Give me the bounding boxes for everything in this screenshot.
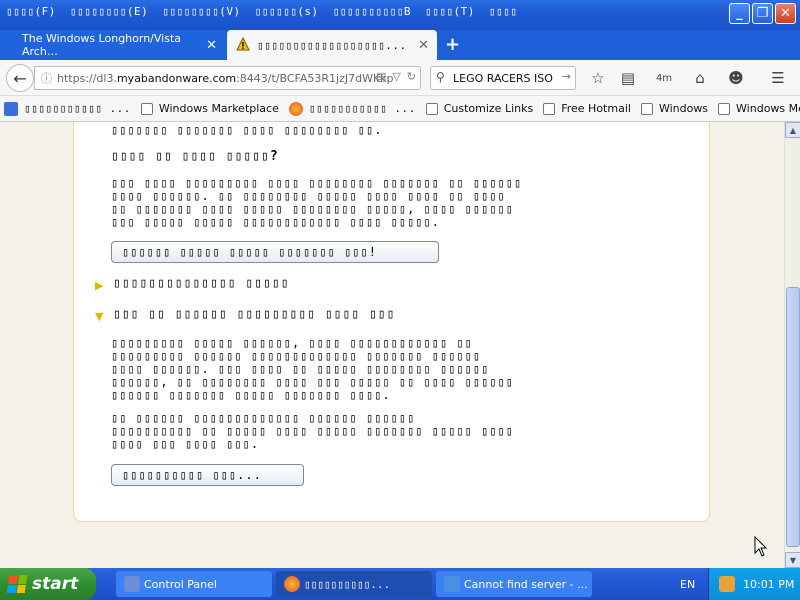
bookmark-star-icon[interactable]: ☆ [588, 68, 608, 88]
start-button[interactable]: start [0, 568, 96, 600]
menu-file[interactable]: ▯▯▯▯(F) [0, 5, 64, 18]
url-rest: :8443/t/BCFA53R1jzJ7dWKkp [236, 71, 394, 85]
expanded-arrow-icon[interactable]: ▼ [95, 310, 103, 323]
window-controls: _ ❐ ✕ [729, 3, 796, 24]
task-firefox[interactable]: ▯▯▯▯▯▯▯▯▯▯... [276, 571, 432, 597]
search-icon: ⚲ [436, 70, 445, 84]
tab-longhorn[interactable]: The Windows Longhorn/Vista Arch… ✕ [0, 30, 225, 60]
paragraph-top: ▯▯▯▯▯▯▯ ▯▯▯▯▯▯▯ ▯▯▯▯ ▯▯▯▯▯▯▯▯ ▯▯. [111, 123, 383, 137]
site-info-icon[interactable]: ⓘ [41, 70, 52, 86]
restore-button[interactable]: ❐ [752, 3, 773, 24]
scroll-down-icon[interactable]: ▼ [785, 552, 800, 568]
search-engine-icon [4, 101, 18, 116]
home-icon[interactable]: ⌂ [690, 68, 710, 88]
bookmark-search[interactable]: ▯▯▯▯▯▯▯▯▯▯▯ ... [4, 101, 131, 116]
back-arrow-icon: ← [13, 68, 27, 88]
page-content: ▯▯▯▯▯▯▯ ▯▯▯▯▯▯▯ ▯▯▯▯ ▯▯▯▯▯▯▯▯ ▯▯. ▯▯▯▯ ▯… [0, 122, 784, 568]
section-heading: ▯▯▯▯ ▯▯ ▯▯▯▯ ▯▯▯▯▯? [111, 149, 279, 164]
emoji-icon[interactable]: ☻ [726, 68, 746, 88]
clock[interactable]: 10:01 PM [743, 578, 794, 591]
windows-logo-icon [6, 575, 28, 593]
addon-4m-icon[interactable]: 4m [654, 68, 674, 88]
page-icon [640, 102, 653, 115]
action-button-secondary[interactable]: ▯▯▯▯▯▯▯▯▯▯ ▯▯▯... [111, 464, 304, 486]
bookmark-free-hotmail[interactable]: Free Hotmail [543, 102, 631, 115]
tab-active[interactable]: ▯▯▯▯▯▯▯▯▯▯▯▯▯▯▯▯▯▯... ✕ [227, 30, 437, 60]
mouse-cursor-icon [754, 536, 768, 557]
dropdown-icon[interactable]: ▽ [392, 70, 400, 83]
search-input[interactable]: LEGO RACERS ISO [453, 72, 553, 85]
bookmark-customize-links[interactable]: Customize Links [425, 102, 533, 115]
bookmark-windows-marketplace[interactable]: Windows Marketplace [140, 102, 279, 115]
control-panel-icon [124, 576, 140, 592]
section-collapsed[interactable]: ▯▯▯▯▯▯▯▯▯▯▯▯▯▯ ▯▯▯▯▯ [113, 277, 593, 290]
section-expanded[interactable]: ▯▯▯ ▯▯ ▯▯▯▯▯▯ ▯▯▯▯▯▯▯▯▯ ▯▯▯▯ ▯▯▯ [113, 308, 593, 321]
url-host: myabandonware.com [116, 71, 237, 85]
menu-view[interactable]: ▯▯▯▯▯▯▯▯(V) [156, 5, 248, 18]
firefox-icon [284, 576, 300, 592]
page-icon [718, 102, 731, 115]
tab-title: The Windows Longhorn/Vista Arch… [22, 32, 182, 58]
search-bar[interactable]: ⚲ LEGO RACERS ISO → [430, 66, 576, 90]
new-tab-button[interactable]: + [445, 34, 460, 55]
paragraph-details: ▯▯▯▯▯▯▯▯▯ ▯▯▯▯▯ ▯▯▯▯▯▯, ▯▯▯▯ ▯▯▯▯▯▯▯▯▯▯▯… [111, 336, 515, 402]
reading-list-icon[interactable]: ▤ [618, 68, 638, 88]
task-control-panel[interactable]: Control Panel [116, 571, 272, 597]
paragraph-intro: ▯▯▯ ▯▯▯▯ ▯▯▯▯▯▯▯▯▯ ▯▯▯▯ ▯▯▯▯▯▯▯▯ ▯▯▯▯▯▯▯… [111, 176, 523, 229]
system-tray: 10:01 PM [708, 568, 800, 600]
menu-edit[interactable]: ▯▯▯▯▯▯▯▯(E) [64, 5, 156, 18]
reload-icon[interactable]: ↻ [407, 70, 416, 83]
page-icon [543, 102, 556, 115]
navigation-toolbar: ← ⓘ https://dl3. myabandonware.com:8443/t… [0, 60, 800, 96]
menu-bookmarks[interactable]: ▯▯▯▯▯▯▯▯▯▯B [327, 5, 419, 18]
taskbar: start Control Panel ▯▯▯▯▯▯▯▯▯▯... Cannot… [0, 568, 800, 600]
page-icon [425, 102, 438, 115]
reader-view-icon[interactable]: ▤ [376, 70, 386, 83]
url-bar[interactable]: ⓘ https://dl3. myabandonware.com:8443/t/B… [34, 66, 421, 90]
bookmark-windows[interactable]: Windows [640, 102, 708, 115]
firefox-icon [288, 101, 303, 116]
warning-icon [236, 37, 250, 51]
tab-title: ▯▯▯▯▯▯▯▯▯▯▯▯▯▯▯▯▯▯... [257, 38, 407, 52]
task-cannot-find-server[interactable]: Cannot find server - ... [436, 571, 592, 597]
explorer-icon [444, 576, 460, 592]
language-indicator[interactable]: EN [680, 578, 695, 591]
url-prefix: https://dl3. [57, 71, 117, 85]
menu-help[interactable]: ▯▯▯▯ [483, 5, 526, 18]
menu-history[interactable]: ▯▯▯▯▯▯(s) [249, 5, 327, 18]
bookmark-firefox[interactable]: ▯▯▯▯▯▯▯▯▯▯▯ ... [288, 101, 416, 116]
menu-tools[interactable]: ▯▯▯▯(T) [419, 5, 483, 18]
search-go-icon[interactable]: → [562, 70, 571, 83]
bookmarks-bar: ▯▯▯▯▯▯▯▯▯▯▯ ... Windows Marketplace ▯▯▯▯… [0, 96, 800, 122]
bookmark-windows-media[interactable]: Windows Media [718, 102, 800, 115]
paragraph-notes: ▯▯ ▯▯▯▯▯▯ ▯▯▯▯▯▯▯▯▯▯▯▯▯ ▯▯▯▯▯▯ ▯▯▯▯▯▯ ▯▯… [111, 411, 515, 451]
menu: ▯▯▯▯(F) ▯▯▯▯▯▯▯▯(E) ▯▯▯▯▯▯▯▯(V) ▯▯▯▯▯▯(s… [0, 1, 525, 21]
menu-bar: ▯▯▯▯(F) ▯▯▯▯▯▯▯▯(E) ▯▯▯▯▯▯▯▯(V) ▯▯▯▯▯▯(s… [0, 0, 800, 30]
close-tab-icon[interactable]: ✕ [412, 38, 429, 53]
tray-app-icon[interactable] [719, 576, 735, 592]
scroll-thumb[interactable] [786, 287, 800, 547]
vertical-scrollbar[interactable]: ▲ ▼ [784, 122, 800, 568]
back-button[interactable]: ← [6, 64, 34, 92]
close-tab-icon[interactable]: ✕ [200, 38, 217, 53]
action-button-primary[interactable]: ▯▯▯▯▯▯ ▯▯▯▯▯ ▯▯▯▯▯ ▯▯▯▯▯▯▯ ▯▯▯! [111, 241, 439, 263]
scroll-up-icon[interactable]: ▲ [785, 122, 800, 138]
minimize-button[interactable]: _ [729, 3, 750, 24]
close-window-button[interactable]: ✕ [775, 3, 796, 24]
page-icon [140, 102, 153, 115]
start-label: start [32, 574, 79, 594]
tab-strip: The Windows Longhorn/Vista Arch… ✕ ▯▯▯▯▯… [0, 30, 800, 60]
menu-hamburger-icon[interactable]: ☰ [768, 68, 788, 88]
collapsed-arrow-icon[interactable]: ▶ [95, 279, 103, 292]
